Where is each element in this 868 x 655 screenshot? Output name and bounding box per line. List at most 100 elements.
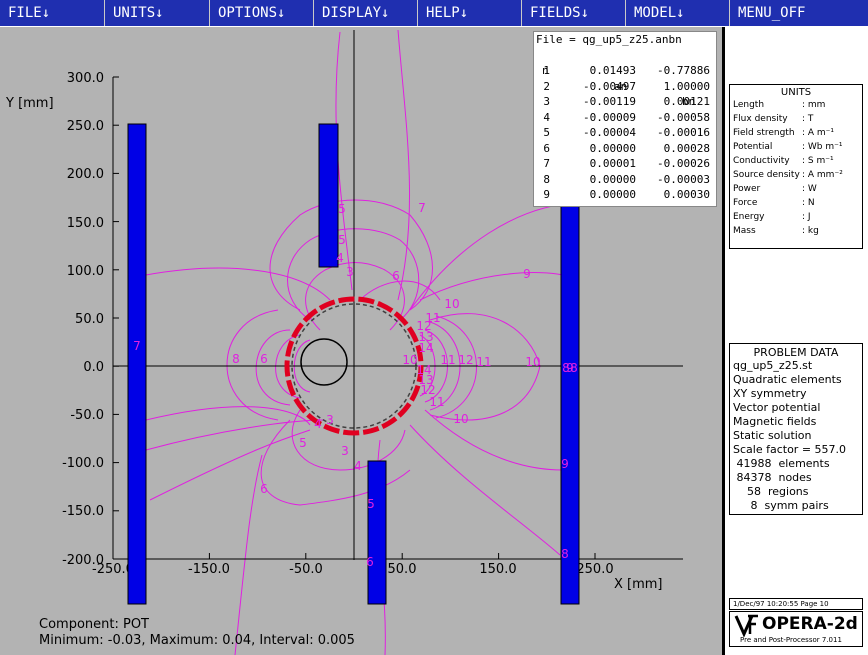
menu-file[interactable]: FILE↓	[0, 0, 105, 26]
problem-data-line: XY symmetry	[733, 387, 807, 400]
menu-units[interactable]: UNITS↓	[105, 0, 210, 26]
harmonics-row: 1 0.01493 -0.77886	[534, 63, 716, 79]
harmonic-an: -0.00497	[583, 79, 636, 93]
conductor-bar-top	[318, 123, 339, 268]
problem-data-line: qg_up5_z25.st	[733, 359, 813, 372]
contour-label: 7	[418, 201, 426, 215]
menu-off[interactable]: MENU_OFF	[730, 0, 868, 26]
unit-row: Length: mm	[730, 98, 862, 112]
contour-label: 8	[232, 352, 240, 366]
units-title: UNITS	[780, 87, 812, 98]
problem-data-line: 84378 nodes	[733, 471, 812, 484]
harmonics-row: 6 0.00000 0.00028	[534, 141, 716, 157]
harmonics-row: 2 -0.00497 1.00000	[534, 79, 716, 95]
harmonic-bn: -0.00058	[657, 110, 710, 124]
contour-label: 5	[299, 436, 307, 450]
harmonics-row: 7 0.00001 -0.00026	[534, 156, 716, 172]
menu-display[interactable]: DISPLAY↓	[314, 0, 418, 26]
contour-label: 9	[561, 457, 569, 471]
contour-line	[149, 429, 311, 501]
y-tick-label: 200.0	[67, 167, 104, 182]
problem-data-line: 58 regions	[733, 485, 809, 498]
contour-label: 11	[476, 355, 491, 369]
harmonics-file-line: File = qg_up5_z25.anbn	[534, 32, 716, 48]
contour-label: 10	[444, 297, 459, 311]
contour-label: 4	[336, 251, 344, 265]
unit-value: : N	[802, 198, 815, 208]
opera-logo: OPERA-2d Pre and Post-Processor 7.011	[729, 611, 863, 647]
harmonics-file-text: File = qg_up5_z25.anbn	[536, 33, 682, 46]
y-tick-label: -50.0	[70, 408, 104, 423]
timestamp-footer: 1/Dec/97 10:20:55 Page 10	[729, 598, 863, 610]
contour-label: 5	[338, 202, 346, 216]
right-info-panel: UNITS Length: mm Flux density: T Field str…	[722, 27, 868, 655]
harmonic-bn: -0.00016	[657, 126, 710, 139]
contour-label: 3	[341, 444, 349, 458]
logo-name: OPERA-2d	[762, 614, 858, 634]
harmonics-row: 8 0.00000 -0.00003	[534, 172, 716, 188]
contour-label: 14	[416, 363, 431, 377]
unit-value: : A m⁻¹	[802, 128, 835, 138]
harmonic-bn: 0.00030	[663, 188, 710, 201]
y-tick-label: 150.0	[67, 216, 104, 231]
menu-fields[interactable]: FIELDS↓	[522, 0, 626, 26]
y-tick-label: 50.0	[75, 312, 104, 327]
component-label: Component: POT	[39, 617, 149, 632]
x-axis-title: X [mm]	[614, 577, 663, 592]
harmonic-bn: 0.00028	[663, 141, 710, 155]
contour-label: 6	[366, 555, 374, 569]
contour-label: 6	[260, 482, 268, 496]
contour-line	[409, 424, 561, 556]
contour-line	[397, 29, 410, 301]
unit-name: Potential	[733, 142, 773, 152]
contour-line	[234, 454, 263, 655]
harmonics-table: File = qg_up5_z25.anbn n an bn 1 0.01493 -…	[533, 31, 717, 207]
unit-row: Flux density: T	[730, 112, 862, 126]
contour-label: 9	[523, 267, 531, 281]
contour-label: 12	[458, 353, 473, 367]
harmonic-order: 6	[543, 141, 550, 155]
harmonic-order: 4	[543, 110, 550, 124]
x-tick-label: 50.0	[388, 562, 417, 577]
unit-row: Field strength : A m⁻¹	[730, 126, 862, 140]
menu-help[interactable]: HELP↓	[418, 0, 522, 26]
harmonic-an: 0.00001	[589, 157, 636, 170]
contour-label: 8	[561, 547, 569, 561]
unit-name: Field strength	[733, 128, 795, 138]
y-tick-labels: 300.0 250.0 200.0 150.0 100.0 50.0 0.0 -…	[62, 71, 104, 568]
unit-name: Mass	[733, 226, 756, 236]
harmonic-order: 8	[543, 172, 550, 186]
contour-label: 7	[133, 339, 141, 353]
x-tick-label: 250.0	[576, 562, 613, 577]
unit-name: Force	[733, 198, 758, 208]
menu-model[interactable]: MODEL↓	[626, 0, 730, 26]
harmonic-order: 1	[543, 64, 550, 77]
unit-name: Flux density	[733, 114, 788, 124]
contour-label: 3	[326, 413, 334, 427]
menu-bar: FILE↓ UNITS↓ OPTIONS↓ DISPLAY↓ HELP↓ FIE…	[0, 0, 868, 26]
problem-data-box: PROBLEM DATA qg_up5_z25.st Quadratic elem…	[729, 343, 863, 515]
contour-label: 6	[260, 352, 268, 366]
y-tick-label: 100.0	[67, 264, 104, 279]
harmonic-order: 7	[543, 157, 550, 170]
vf-logo-icon	[734, 614, 758, 637]
y-tick-label: -150.0	[62, 504, 104, 519]
y-tick-label: 0.0	[83, 360, 104, 375]
unit-value: : Wb m⁻¹	[802, 142, 843, 152]
harmonics-row: 3 -0.00119 0.00121	[534, 94, 716, 110]
harmonic-order: 3	[543, 95, 550, 108]
unit-row: Mass: kg	[730, 224, 862, 238]
harmonic-bn: 0.00121	[663, 95, 710, 108]
conductor-bar-bottom	[367, 460, 387, 605]
harmonic-bn: -0.00003	[657, 172, 710, 186]
contour-label: 3	[346, 265, 354, 279]
harmonic-order: 9	[543, 188, 550, 201]
contour-label: 11	[440, 353, 455, 367]
unit-row: Source density: A mm⁻²	[730, 168, 862, 182]
harmonic-an: 0.00000	[589, 188, 636, 201]
menu-options[interactable]: OPTIONS↓	[210, 0, 314, 26]
harmonics-row: 9 0.00000 0.00030	[534, 187, 716, 203]
harmonic-an: -0.00119	[583, 95, 636, 108]
unit-value: : J	[802, 212, 811, 222]
unit-value: : W	[802, 184, 817, 194]
